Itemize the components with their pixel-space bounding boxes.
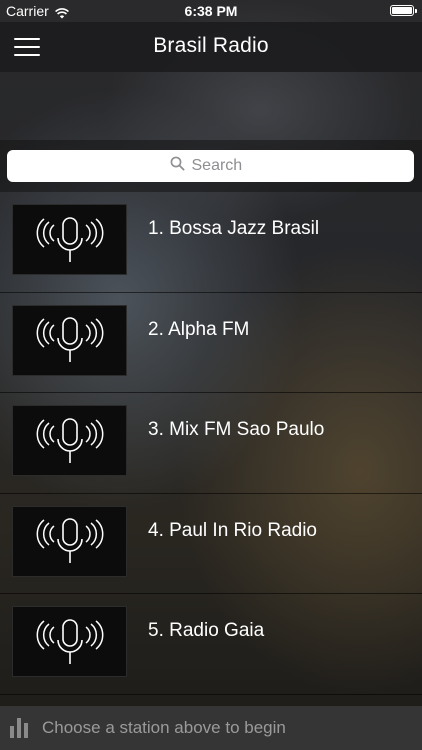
player-status-text: Choose a station above to begin xyxy=(42,718,286,737)
player-bar[interactable]: Choose a station above to begin xyxy=(0,706,422,750)
station-label: 5. Radio Gaia xyxy=(148,620,265,641)
battery-icon xyxy=(390,5,417,16)
microphone-broadcast-icon xyxy=(12,304,127,376)
search-field-container[interactable] xyxy=(7,150,414,182)
microphone-broadcast-icon xyxy=(12,204,127,275)
search-input[interactable] xyxy=(191,157,252,175)
station-row-1[interactable]: 1. Bossa Jazz Brasil xyxy=(0,192,422,293)
search-bar xyxy=(0,140,422,192)
station-label: 1. Bossa Jazz Brasil xyxy=(148,218,320,239)
station-label: 2. Alpha FM xyxy=(148,318,250,340)
microphone-broadcast-icon xyxy=(12,405,127,476)
station-label: 4. Paul In Rio Radio xyxy=(148,519,317,541)
station-list: 1. Bossa Jazz Brasil 2. Alpha FM 3. Mix … xyxy=(0,192,422,695)
page-title: Brasil Radio xyxy=(153,34,269,57)
station-label: 3. Mix FM Sao Paulo xyxy=(148,419,325,440)
search-icon xyxy=(170,156,185,176)
clock: 6:38 PM xyxy=(184,3,238,19)
station-row-4[interactable]: 4. Paul In Rio Radio xyxy=(0,494,422,594)
status-bar: Carrier 6:38 PM xyxy=(0,0,422,22)
station-row-5[interactable]: 5. Radio Gaia xyxy=(0,594,422,695)
microphone-broadcast-icon xyxy=(12,505,127,577)
navigation-bar: Brasil Radio xyxy=(0,22,422,72)
equalizer-icon xyxy=(10,718,34,738)
microphone-broadcast-icon xyxy=(12,606,127,677)
station-row-3[interactable]: 3. Mix FM Sao Paulo xyxy=(0,393,422,494)
station-row-2[interactable]: 2. Alpha FM xyxy=(0,293,422,393)
